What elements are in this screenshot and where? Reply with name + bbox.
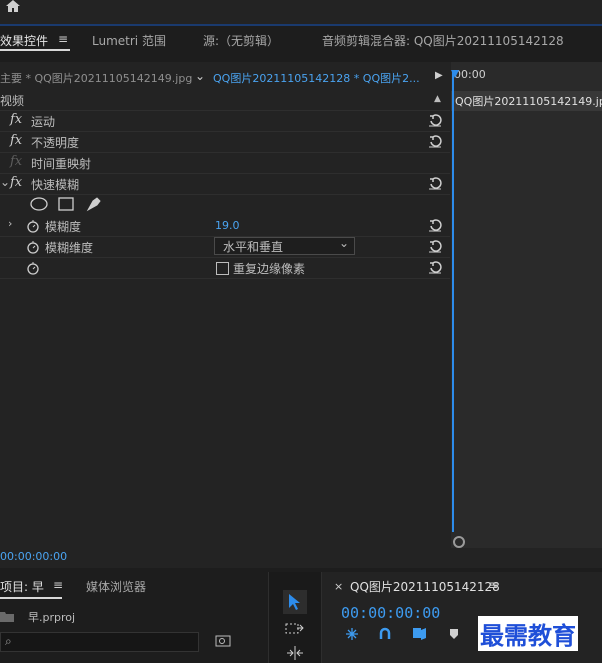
reset-icon[interactable] xyxy=(428,113,442,127)
blur-dimensions-label: 模糊维度 xyxy=(45,241,94,255)
param-row-blur-dimensions[interactable]: 模糊维度 水平和垂直 ⌄ xyxy=(0,236,450,258)
opacity-label: 不透明度 xyxy=(31,136,80,150)
top-bar xyxy=(0,0,602,26)
reset-icon[interactable] xyxy=(428,239,442,253)
track-select-tool-icon[interactable] xyxy=(285,621,305,637)
collapse-icon[interactable]: ▲ xyxy=(434,94,441,104)
search-icon: ⌕ xyxy=(5,634,12,648)
marker-icon[interactable] xyxy=(449,628,459,640)
home-icon[interactable] xyxy=(4,0,22,12)
tab-source[interactable]: 源:（无剪辑） xyxy=(203,32,279,49)
chevron-down-icon[interactable]: ⌄ xyxy=(0,175,10,189)
chevron-down-icon[interactable]: ⌄ xyxy=(195,69,205,83)
rectangle-mask-icon[interactable] xyxy=(58,197,74,211)
ripple-edit-tool-icon[interactable] xyxy=(285,646,305,660)
project-search-input[interactable]: ⌕ xyxy=(0,632,199,652)
chevron-down-icon: ⌄ xyxy=(339,236,350,250)
fast-blur-label: 快速模糊 xyxy=(31,178,80,192)
motion-label: 运动 xyxy=(31,115,56,129)
tab-media-browser[interactable]: 媒体浏览器 xyxy=(86,578,146,595)
tab-project[interactable]: 项目: 早 xyxy=(0,578,44,595)
reset-icon[interactable] xyxy=(428,176,442,190)
video-header-row: 视频 ▲ xyxy=(0,90,450,111)
tab-effect-controls[interactable]: 效果控件 xyxy=(0,32,48,49)
stopwatch-icon[interactable] xyxy=(26,240,40,254)
effect-timeline[interactable]: 00:00 QQ图片20211105142149.jpg xyxy=(451,62,602,548)
add-marker-icon[interactable] xyxy=(412,626,428,642)
blur-dimensions-select[interactable]: 水平和垂直 ⌄ xyxy=(214,236,355,255)
tools-panel xyxy=(268,572,322,663)
folder-icon xyxy=(0,612,14,622)
stopwatch-icon[interactable] xyxy=(26,219,40,233)
reset-icon[interactable] xyxy=(428,218,442,232)
fx-icon[interactable]: fx xyxy=(10,112,22,127)
chevron-right-icon[interactable]: › xyxy=(8,217,12,230)
linked-selection-icon[interactable] xyxy=(378,627,392,641)
ellipse-mask-icon[interactable] xyxy=(30,197,48,211)
effect-row-fast-blur[interactable]: ⌄ fx 快速模糊 xyxy=(0,174,450,195)
pen-mask-icon[interactable] xyxy=(85,195,103,213)
active-tab-underline xyxy=(0,597,62,599)
find-icon[interactable] xyxy=(215,634,231,648)
reset-icon[interactable] xyxy=(428,134,442,148)
selection-tool-icon[interactable] xyxy=(288,593,302,611)
zoom-handle-icon[interactable] xyxy=(453,536,465,548)
tab-sequence[interactable]: QQ图片20211105142128 xyxy=(350,578,500,595)
tab-lumetri[interactable]: Lumetri 范围 xyxy=(92,32,166,49)
snap-icon[interactable] xyxy=(344,627,360,641)
video-header: 视频 xyxy=(0,94,25,108)
time-remap-label: 时间重映射 xyxy=(31,157,92,171)
repeat-edge-label: 重复边缘像素 xyxy=(233,262,306,276)
active-tab-underline xyxy=(0,49,70,51)
clip-bar-label: QQ图片20211105142149.jpg xyxy=(455,95,602,108)
blur-dimensions-value: 水平和垂直 xyxy=(223,240,284,254)
sequence-clip-label[interactable]: QQ图片20211105142128 * QQ图片2... xyxy=(213,70,420,86)
play-icon[interactable]: ▶ xyxy=(435,70,443,81)
playhead-handle[interactable] xyxy=(451,70,459,78)
effect-row-time-remap[interactable]: fx 时间重映射 xyxy=(0,153,450,174)
sequence-timecode[interactable]: 00:00:00:00 xyxy=(341,604,440,622)
param-row-repeat-edge[interactable]: 重复边缘像素 xyxy=(0,258,450,279)
master-clip-label[interactable]: 主要 * QQ图片20211105142149.jpg xyxy=(0,70,192,86)
bottom-panels: 项目: 早 ≡ 媒体浏览器 早.prproj ⌕ × QQ图片202111051… xyxy=(0,570,602,663)
effect-row-opacity[interactable]: fx 不透明度 xyxy=(0,132,450,153)
stopwatch-icon[interactable] xyxy=(26,261,40,275)
playhead[interactable] xyxy=(452,72,454,532)
blurriness-label: 模糊度 xyxy=(45,220,82,234)
panel-tabs: 效果控件 ≡ Lumetri 范围 源:（无剪辑） 音频剪辑混合器: QQ图片2… xyxy=(0,26,602,54)
project-file-name[interactable]: 早.prproj xyxy=(28,609,75,625)
param-row-blurriness[interactable]: › 模糊度 19.0 xyxy=(0,216,450,237)
tab-audio-mixer[interactable]: 音频剪辑混合器: QQ图片20211105142128 xyxy=(322,32,564,49)
tab-menu-icon[interactable]: ≡ xyxy=(53,578,63,592)
reset-icon[interactable] xyxy=(428,260,442,274)
blurriness-value[interactable]: 19.0 xyxy=(215,219,240,232)
mask-tools xyxy=(30,195,120,215)
clip-bar[interactable]: QQ图片20211105142149.jpg xyxy=(451,91,602,111)
clip-header: 主要 * QQ图片20211105142149.jpg ⌄ QQ图片202111… xyxy=(0,66,450,88)
tab-menu-icon[interactable]: ≡ xyxy=(488,578,498,592)
footer-timecode[interactable]: 00:00:00:00 xyxy=(0,550,67,563)
close-icon[interactable]: × xyxy=(334,580,343,593)
watermark-logo: 最需教育 xyxy=(478,616,578,651)
fx-icon[interactable]: fx xyxy=(10,133,22,148)
effect-row-motion[interactable]: fx 运动 xyxy=(0,111,450,132)
fx-icon[interactable]: fx xyxy=(10,175,22,190)
fx-icon: fx xyxy=(10,154,23,169)
repeat-edge-checkbox[interactable] xyxy=(216,262,229,275)
tab-menu-icon[interactable]: ≡ xyxy=(58,32,68,46)
